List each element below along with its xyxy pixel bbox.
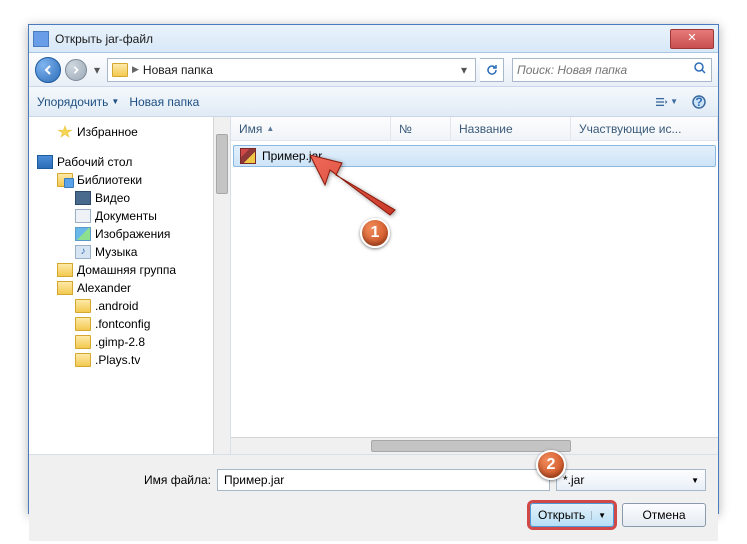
- sidebar-homegroup[interactable]: Домашняя группа: [29, 261, 230, 279]
- sidebar-user[interactable]: Alexander: [29, 279, 230, 297]
- jar-file-icon: [240, 148, 256, 164]
- new-folder-button[interactable]: Новая папка: [129, 95, 199, 109]
- chevron-down-icon: ▼: [691, 476, 699, 485]
- folder-icon: [112, 63, 128, 77]
- column-name[interactable]: Имя▲: [231, 117, 391, 140]
- sidebar-libraries[interactable]: Библиотеки: [29, 171, 230, 189]
- split-chevron-icon[interactable]: ▼: [591, 511, 606, 520]
- organize-button[interactable]: Упорядочить▼: [37, 95, 119, 109]
- file-list-pane: Имя▲ № Название Участвующие ис... Пример…: [231, 117, 718, 454]
- cancel-button[interactable]: Отмена: [622, 503, 706, 527]
- homegroup-icon: [57, 263, 73, 277]
- help-button[interactable]: ?: [688, 93, 710, 111]
- sidebar-documents[interactable]: Документы: [29, 207, 230, 225]
- titlebar: Открыть jar-файл ✕: [29, 25, 718, 53]
- desktop-icon: [37, 155, 53, 169]
- user-icon: [57, 281, 73, 295]
- svg-text:?: ?: [695, 95, 702, 109]
- column-participants[interactable]: Участвующие ис...: [571, 117, 718, 140]
- folder-icon: [75, 317, 91, 331]
- sort-asc-icon: ▲: [266, 124, 274, 133]
- search-icon[interactable]: [693, 61, 707, 78]
- dialog-footer: Имя файла: *.jar ▼ Открыть ▼ Отмена: [29, 454, 718, 541]
- filetype-filter[interactable]: *.jar ▼: [556, 469, 706, 491]
- star-icon: [57, 125, 73, 139]
- sidebar-desktop[interactable]: Рабочий стол: [29, 153, 230, 171]
- file-item-selected[interactable]: Пример.jar: [233, 145, 716, 167]
- filename-label: Имя файла:: [41, 473, 211, 487]
- folder-icon: [75, 299, 91, 313]
- file-list[interactable]: Пример.jar: [231, 141, 718, 437]
- refresh-button[interactable]: [480, 58, 504, 82]
- chevron-down-icon: ▼: [670, 97, 678, 106]
- scrollbar-thumb[interactable]: [371, 440, 571, 452]
- folder-icon: [75, 353, 91, 367]
- folder-icon: [75, 335, 91, 349]
- search-input[interactable]: [517, 63, 693, 77]
- image-icon: [75, 227, 91, 241]
- column-number[interactable]: №: [391, 117, 451, 140]
- horizontal-scrollbar[interactable]: [231, 437, 718, 454]
- document-icon: [75, 209, 91, 223]
- back-button[interactable]: [35, 57, 61, 83]
- scrollbar-thumb[interactable]: [216, 134, 228, 194]
- address-bar[interactable]: ▶ Новая папка ▾: [107, 58, 476, 82]
- file-name: Пример.jar: [262, 149, 322, 163]
- sidebar-scrollbar[interactable]: [213, 117, 230, 454]
- window-title: Открыть jar-файл: [55, 32, 670, 46]
- app-icon: [33, 31, 49, 47]
- column-headers: Имя▲ № Название Участвующие ис...: [231, 117, 718, 141]
- breadcrumb-separator-icon: ▶: [132, 64, 139, 75]
- library-icon: [57, 173, 73, 187]
- close-button[interactable]: ✕: [670, 29, 714, 49]
- forward-button[interactable]: [65, 59, 87, 81]
- navigation-tree: Избранное Рабочий стол Библиотеки Видео …: [29, 117, 231, 454]
- navigation-bar: ▾ ▶ Новая папка ▾: [29, 53, 718, 87]
- dialog-body: Избранное Рабочий стол Библиотеки Видео …: [29, 117, 718, 454]
- sidebar-folder-fontconfig[interactable]: .fontconfig: [29, 315, 230, 333]
- open-button[interactable]: Открыть ▼: [530, 503, 614, 527]
- sidebar-favorites[interactable]: Избранное: [29, 123, 230, 141]
- view-options-button[interactable]: ▼: [656, 93, 678, 111]
- search-box[interactable]: [512, 58, 712, 82]
- sidebar-folder-android[interactable]: .android: [29, 297, 230, 315]
- history-dropdown[interactable]: ▾: [91, 59, 103, 81]
- filename-input[interactable]: [217, 469, 550, 491]
- sidebar-folder-plays[interactable]: .Plays.tv: [29, 351, 230, 369]
- sidebar-music[interactable]: ♪Музыка: [29, 243, 230, 261]
- sidebar-folder-gimp[interactable]: .gimp-2.8: [29, 333, 230, 351]
- chevron-down-icon: ▼: [111, 97, 119, 106]
- column-title[interactable]: Название: [451, 117, 571, 140]
- breadcrumb[interactable]: Новая папка: [143, 63, 213, 77]
- toolbar: Упорядочить▼ Новая папка ▼ ?: [29, 87, 718, 117]
- music-icon: ♪: [75, 245, 91, 259]
- file-open-dialog: Открыть jar-файл ✕ ▾ ▶ Новая папка ▾: [28, 24, 719, 514]
- address-dropdown-icon[interactable]: ▾: [457, 63, 471, 77]
- sidebar-video[interactable]: Видео: [29, 189, 230, 207]
- sidebar-pictures[interactable]: Изображения: [29, 225, 230, 243]
- video-icon: [75, 191, 91, 205]
